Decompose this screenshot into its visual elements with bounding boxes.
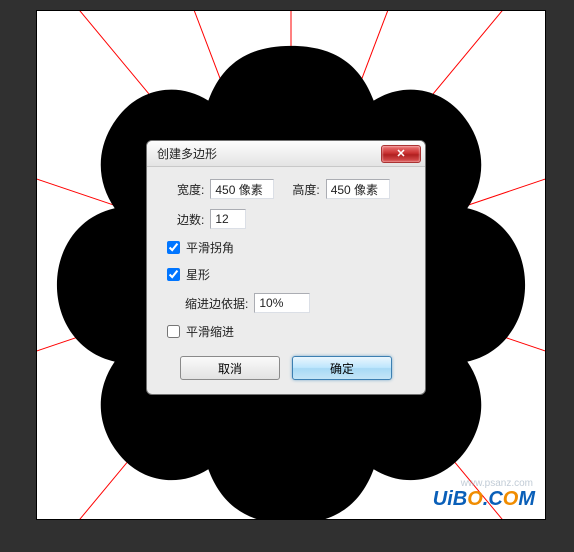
smooth-indent-label: 平滑缩进 bbox=[186, 323, 234, 340]
button-row: 取消 确定 bbox=[161, 356, 411, 380]
width-label: 宽度: bbox=[177, 181, 204, 198]
dialog-body: 宽度: 高度: 边数: 平滑拐角 星形 缩进边依据: 平滑缩进 取消 bbox=[147, 167, 425, 394]
uibo-watermark: UiBO.COM bbox=[433, 488, 535, 511]
sides-label: 边数: bbox=[177, 211, 204, 228]
sides-input[interactable] bbox=[210, 209, 246, 229]
indent-label: 缩进边依据: bbox=[185, 295, 248, 312]
star-row: 星形 bbox=[167, 266, 411, 283]
sides-row: 边数: bbox=[177, 209, 411, 229]
star-checkbox[interactable] bbox=[167, 268, 180, 281]
smooth-corners-checkbox[interactable] bbox=[167, 241, 180, 254]
star-label: 星形 bbox=[186, 266, 210, 283]
height-label: 高度: bbox=[292, 181, 319, 198]
dialog-title: 创建多边形 bbox=[157, 145, 381, 162]
dialog-titlebar[interactable]: 创建多边形 ✕ bbox=[147, 141, 425, 167]
indent-row: 缩进边依据: bbox=[185, 293, 411, 313]
dimensions-row: 宽度: 高度: bbox=[177, 179, 411, 199]
ok-button[interactable]: 确定 bbox=[292, 356, 392, 380]
indent-input[interactable] bbox=[254, 293, 310, 313]
cancel-button[interactable]: 取消 bbox=[180, 356, 280, 380]
width-input[interactable] bbox=[210, 179, 274, 199]
smooth-indent-row: 平滑缩进 bbox=[167, 323, 411, 340]
close-icon: ✕ bbox=[396, 147, 405, 160]
close-button[interactable]: ✕ bbox=[381, 145, 421, 163]
smooth-corners-label: 平滑拐角 bbox=[186, 239, 234, 256]
smooth-corners-row: 平滑拐角 bbox=[167, 239, 411, 256]
smooth-indent-checkbox[interactable] bbox=[167, 325, 180, 338]
create-polygon-dialog: 创建多边形 ✕ 宽度: 高度: 边数: 平滑拐角 星形 缩进边依据: bbox=[146, 140, 426, 395]
height-input[interactable] bbox=[326, 179, 390, 199]
